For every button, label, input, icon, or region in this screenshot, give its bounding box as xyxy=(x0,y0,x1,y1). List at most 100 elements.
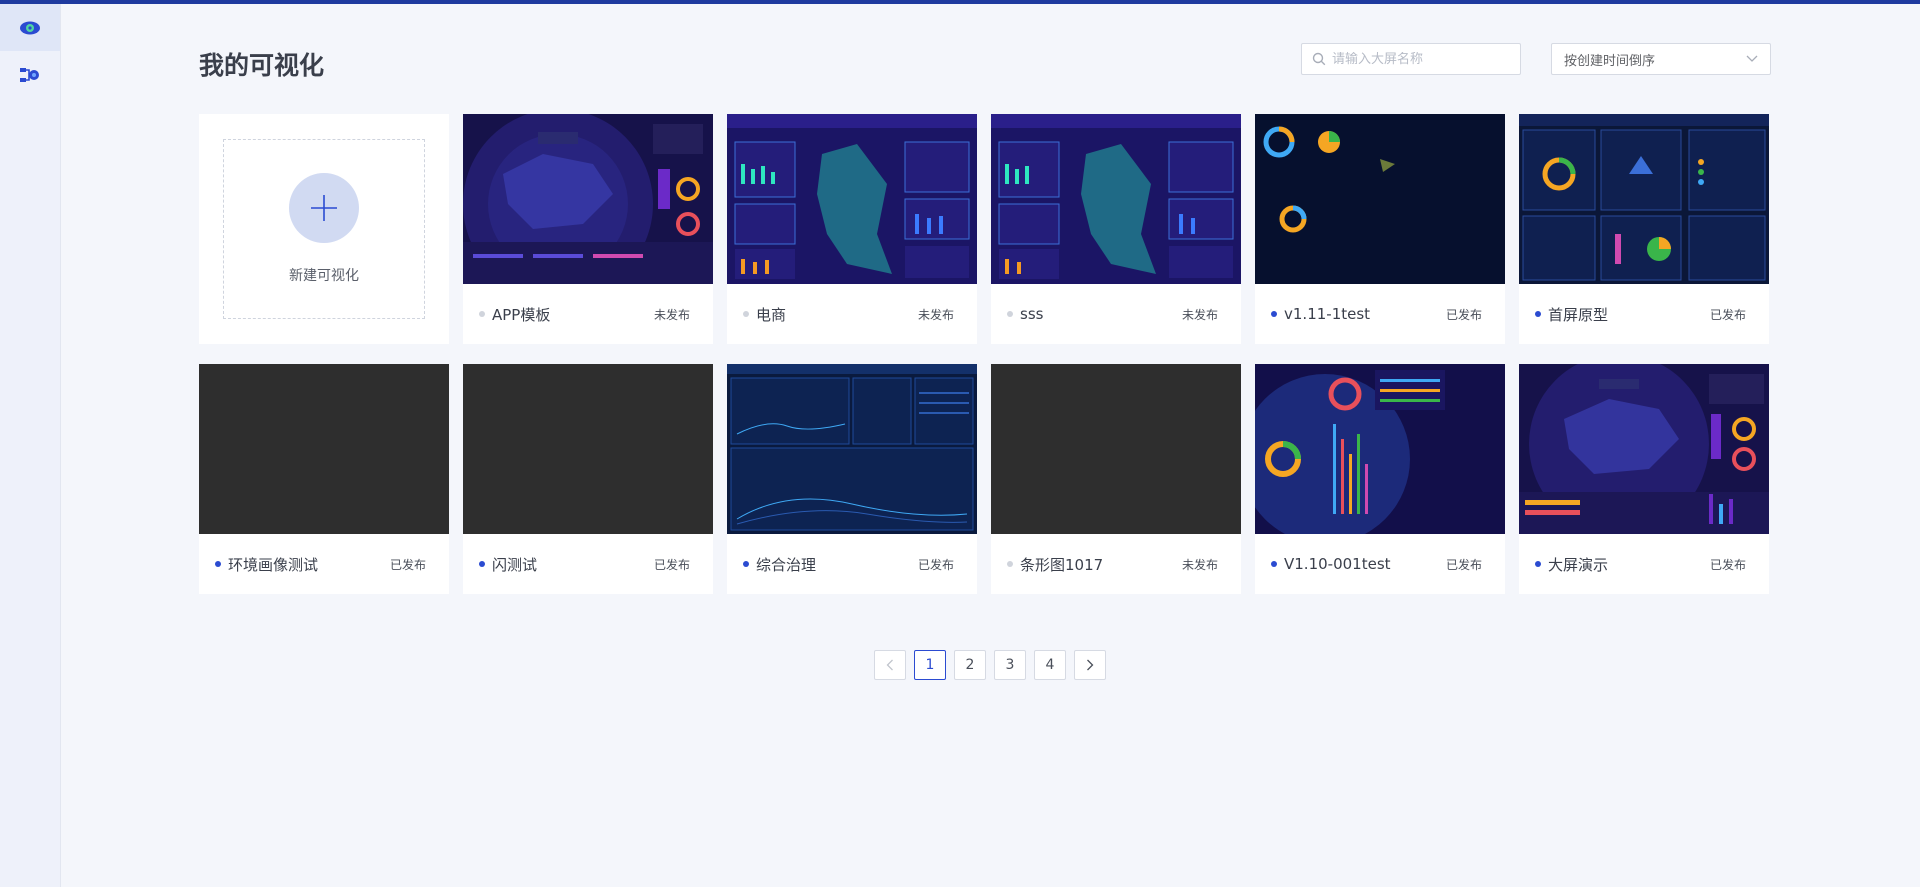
chevron-left-icon xyxy=(886,659,893,671)
new-visualization-card[interactable]: 新建可视化 xyxy=(199,114,449,344)
card-footer: 电商 未发布 xyxy=(727,284,977,344)
status-dot xyxy=(1535,311,1541,317)
visualization-card[interactable]: 条形图1017 未发布 xyxy=(991,364,1241,594)
card-thumbnail[interactable] xyxy=(1255,114,1505,284)
card-name: 大屏演示 xyxy=(1535,554,1608,575)
status-badge: 已发布 xyxy=(1445,307,1482,322)
card-thumbnail[interactable] xyxy=(727,114,977,284)
sidebar-item-datasource[interactable] xyxy=(0,51,60,98)
status-dot xyxy=(1271,311,1277,317)
card-thumbnail[interactable] xyxy=(1519,114,1769,284)
card-thumbnail[interactable] xyxy=(463,364,713,534)
status-dot xyxy=(215,561,221,567)
status-dot xyxy=(743,561,749,567)
visualization-card[interactable]: sss 未发布 xyxy=(991,114,1241,344)
sort-select[interactable]: 按创建时间倒序 xyxy=(1551,43,1771,75)
visualization-card[interactable]: 电商 未发布 xyxy=(727,114,977,344)
status-badge: 已发布 xyxy=(1445,557,1482,572)
status-dot xyxy=(1535,561,1541,567)
search-input[interactable] xyxy=(1332,51,1512,67)
card-name: APP模板 xyxy=(479,304,550,325)
card-footer: 首屏原型 已发布 xyxy=(1519,284,1769,344)
sidebar-item-visualizations[interactable] xyxy=(0,4,60,51)
status-dot xyxy=(479,311,485,317)
page-button-4[interactable]: 4 xyxy=(1034,650,1066,680)
card-name: 首屏原型 xyxy=(1535,304,1608,325)
status-dot xyxy=(1007,311,1013,317)
card-title: 电商 xyxy=(756,305,787,324)
status-badge: 已发布 xyxy=(389,557,426,572)
card-title: 综合治理 xyxy=(756,555,817,574)
card-name: 环境画像测试 xyxy=(215,554,318,575)
pagination: 1 2 3 4 xyxy=(874,650,1106,680)
chevron-right-icon xyxy=(1087,659,1094,671)
search-box[interactable] xyxy=(1301,43,1521,75)
status-badge: 已发布 xyxy=(1709,557,1746,572)
card-thumbnail[interactable] xyxy=(1255,364,1505,534)
card-name: 条形图1017 xyxy=(1007,554,1103,575)
status-dot xyxy=(1007,561,1013,567)
card-title: 大屏演示 xyxy=(1548,555,1609,574)
card-title: APP模板 xyxy=(492,305,551,324)
new-visualization-label: 新建可视化 xyxy=(289,268,359,284)
card-name: 闪测试 xyxy=(479,554,537,575)
card-thumbnail[interactable] xyxy=(463,114,713,284)
visualization-card[interactable]: 首屏原型 已发布 xyxy=(1519,114,1769,344)
add-icon xyxy=(289,173,359,243)
eye-icon xyxy=(20,21,40,34)
visualization-card[interactable]: 大屏演示 已发布 xyxy=(1519,364,1769,594)
card-name: 电商 xyxy=(743,304,786,325)
search-icon xyxy=(1312,52,1326,66)
page-title: 我的可视化 xyxy=(199,51,325,80)
status-badge: 已发布 xyxy=(653,557,690,572)
status-badge: 已发布 xyxy=(1709,307,1746,322)
top-accent-bar xyxy=(0,0,1920,4)
status-badge: 已发布 xyxy=(917,557,954,572)
card-title: sss xyxy=(1020,305,1044,323)
card-footer: 闪测试 已发布 xyxy=(463,534,713,594)
card-name: 综合治理 xyxy=(743,554,816,575)
status-badge: 未发布 xyxy=(653,307,690,322)
sort-select-value: 按创建时间倒序 xyxy=(1564,53,1656,69)
card-footer: sss 未发布 xyxy=(991,284,1241,344)
visualization-card[interactable]: V1.10-001test 已发布 xyxy=(1255,364,1505,594)
prev-page-button[interactable] xyxy=(874,650,906,680)
visualization-card[interactable]: v1.11-1test 已发布 xyxy=(1255,114,1505,344)
card-thumbnail[interactable] xyxy=(1519,364,1769,534)
card-footer: 环境画像测试 已发布 xyxy=(199,534,449,594)
status-dot xyxy=(1271,561,1277,567)
page-button-2[interactable]: 2 xyxy=(954,650,986,680)
chevron-down-icon xyxy=(1746,55,1758,62)
status-badge: 未发布 xyxy=(917,307,954,322)
card-footer: 条形图1017 未发布 xyxy=(991,534,1241,594)
visualization-card[interactable]: 综合治理 已发布 xyxy=(727,364,977,594)
card-footer: v1.11-1test 已发布 xyxy=(1255,284,1505,344)
flow-icon xyxy=(20,67,39,82)
card-thumbnail[interactable] xyxy=(991,114,1241,284)
sidebar xyxy=(0,4,61,887)
new-visualization-dropzone: 新建可视化 xyxy=(223,139,425,319)
card-footer: V1.10-001test 已发布 xyxy=(1255,534,1505,594)
status-badge: 未发布 xyxy=(1181,307,1218,322)
status-dot xyxy=(743,311,749,317)
visualization-card[interactable]: 环境画像测试 已发布 xyxy=(199,364,449,594)
card-name: v1.11-1test xyxy=(1271,305,1370,323)
card-footer: 大屏演示 已发布 xyxy=(1519,534,1769,594)
visualization-card[interactable]: APP模板 未发布 xyxy=(463,114,713,344)
card-footer: 综合治理 已发布 xyxy=(727,534,977,594)
card-thumbnail[interactable] xyxy=(727,364,977,534)
card-title: V1.10-001test xyxy=(1284,555,1391,573)
card-title: 环境画像测试 xyxy=(228,555,319,574)
visualization-grid: 新建可视化 APP模板 未发布 电商 未发布 sss 未发布 v1.11-1te… xyxy=(199,114,1769,594)
page-button-3[interactable]: 3 xyxy=(994,650,1026,680)
visualization-card[interactable]: 闪测试 已发布 xyxy=(463,364,713,594)
card-title: 闪测试 xyxy=(492,555,538,574)
next-page-button[interactable] xyxy=(1074,650,1106,680)
card-name: sss xyxy=(1007,305,1043,323)
card-title: v1.11-1test xyxy=(1284,305,1371,323)
page-button-1[interactable]: 1 xyxy=(914,650,946,680)
card-title: 首屏原型 xyxy=(1548,305,1609,324)
card-thumbnail[interactable] xyxy=(199,364,449,534)
card-title: 条形图1017 xyxy=(1020,555,1104,574)
card-thumbnail[interactable] xyxy=(991,364,1241,534)
